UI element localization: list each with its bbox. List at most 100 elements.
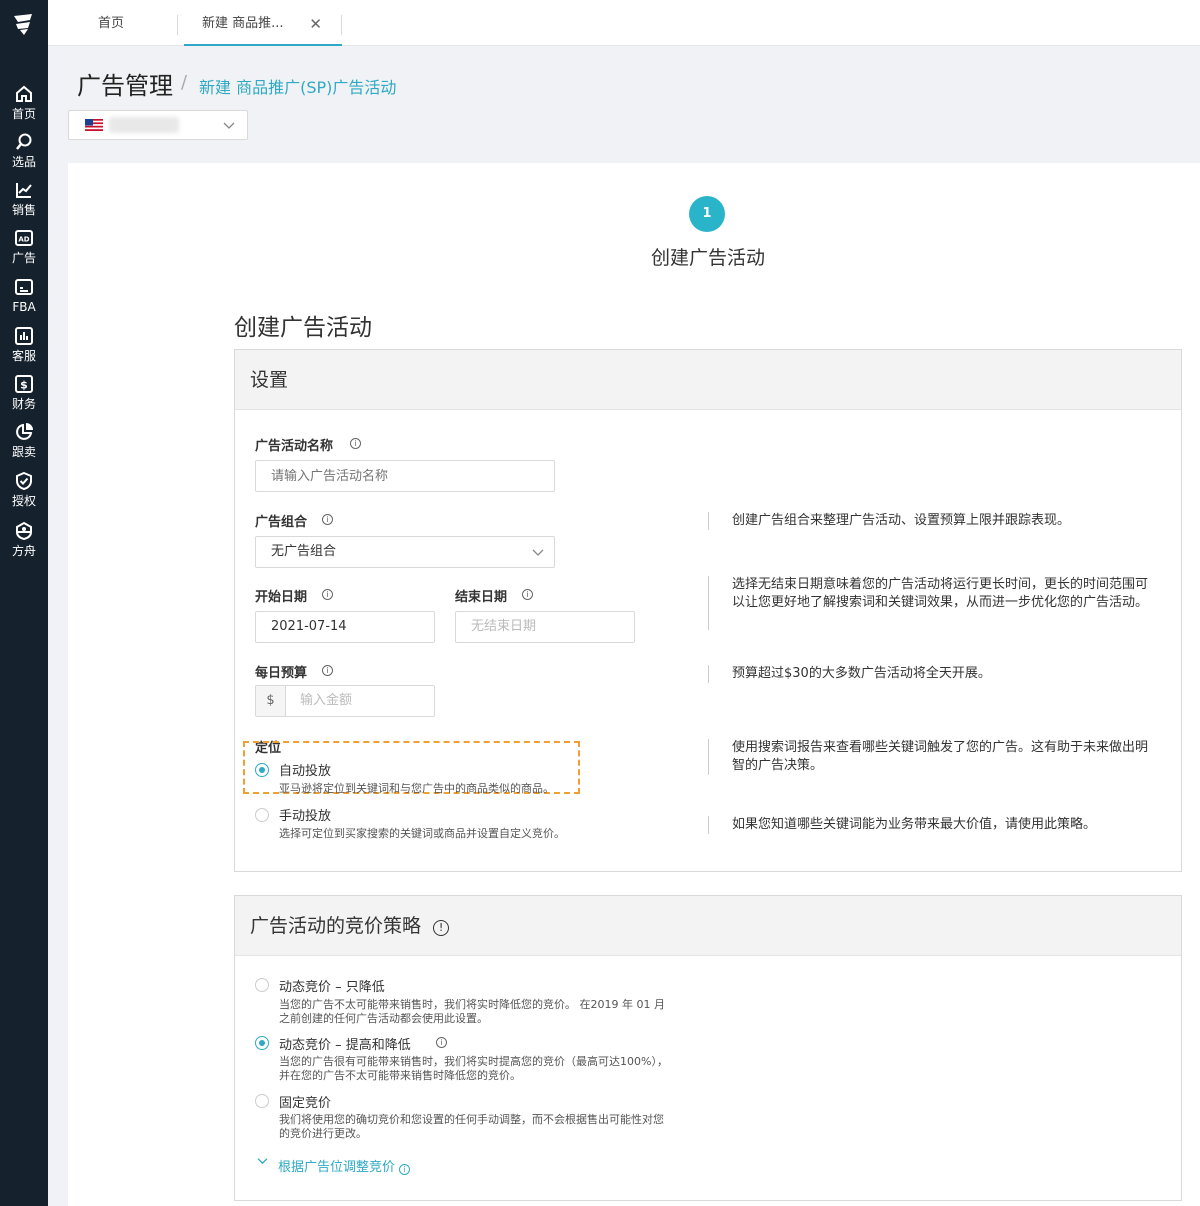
end-date-label: 结束日期	[455, 590, 508, 605]
auto-targeting-radio[interactable]	[255, 763, 269, 777]
breadcrumb[interactable]: 新建 商品推广(SP)广告活动	[199, 74, 396, 98]
info-icon[interactable]: i	[350, 438, 361, 449]
bid-up-down-desc: 并在您的广告不太可能带来销售时降低您的竞价。	[279, 1069, 521, 1082]
sidebar-item-sales[interactable]: 销售	[0, 180, 48, 217]
budget-help: 预算超过$30的大多数广告活动将全天开展。	[708, 665, 1156, 683]
sidebar-item-label: 方舟	[11, 544, 36, 558]
portfolio-value: 无广告组合	[271, 544, 337, 559]
start-date-input[interactable]: 2021-07-14	[255, 611, 435, 643]
bidding-panel: 广告活动的竞价策略 ! 动态竞价 – 只降低 当您的广告不太可能带来销售时，我们…	[234, 895, 1182, 1201]
fba-icon	[15, 279, 33, 295]
auto-targeting-help: 使用搜索词报告来查看哪些关键词触发了您的广告。这有助于未来做出明智的广告决策。	[708, 739, 1156, 775]
tab-divider	[177, 15, 178, 35]
sidebar-item-ark[interactable]: 方舟	[0, 521, 48, 558]
portfolio-select[interactable]: 无广告组合	[255, 536, 555, 568]
panel-title: 广告活动的竞价策略 !	[235, 896, 1181, 956]
dollar-icon: $	[15, 375, 33, 393]
tab-new-campaign[interactable]: 新建 商品推... ✕	[184, 0, 342, 46]
bidding-title: 广告活动的竞价策略	[250, 915, 422, 937]
auto-targeting-label[interactable]: 自动投放	[279, 760, 331, 779]
tab-home[interactable]: 首页	[98, 0, 124, 46]
bid-fixed-label[interactable]: 固定竞价	[279, 1092, 331, 1111]
currency-prefix: $	[256, 686, 286, 716]
bid-up-down-desc: 当您的广告很有可能带来销售时，我们将实时提高您的竞价（最高可达100%），	[279, 1055, 668, 1068]
bid-down-only-label[interactable]: 动态竞价 – 只降低	[279, 976, 385, 995]
chevron-down-icon	[257, 1158, 268, 1165]
bid-down-only-radio[interactable]	[255, 978, 269, 992]
chart-line-icon	[16, 183, 32, 198]
search-icon	[16, 133, 32, 150]
sidebar-item-label: FBA	[12, 300, 36, 314]
close-icon[interactable]: ✕	[309, 0, 322, 48]
tab-divider	[341, 15, 342, 35]
budget-input[interactable]: $ 输入金额	[255, 685, 435, 717]
sidebar-item-finance[interactable]: $ 财务	[0, 374, 48, 411]
sidebar-item-label: 客服	[11, 349, 36, 363]
ad-icon: AD	[15, 230, 33, 246]
panel-title: 设置	[235, 350, 1181, 410]
sidebar-item-label: 授权	[11, 494, 36, 508]
store-name-redacted	[109, 117, 179, 133]
breadcrumb-separator: /	[181, 72, 188, 93]
tab-label: 新建 商品推...	[202, 16, 284, 31]
svg-text:$: $	[20, 379, 28, 392]
sidebar-item-ads[interactable]: AD 广告	[0, 228, 48, 265]
service-icon	[15, 327, 33, 345]
sidebar-item-label: 销售	[11, 203, 36, 217]
us-flag-icon	[85, 119, 103, 131]
sidebar-item-home[interactable]: 首页	[0, 84, 48, 121]
settings-panel: 设置 广告活动名称 i 广告组合 i 无广告组合 创建广告组合来整理广告活动、设…	[234, 349, 1182, 872]
pie-icon	[16, 423, 33, 440]
info-icon[interactable]: i	[322, 589, 333, 600]
bid-down-only-desc: 之前创建的任何广告活动都会使用此设置。	[279, 1012, 488, 1025]
ark-icon	[16, 521, 32, 541]
store-select[interactable]	[68, 110, 248, 140]
manual-targeting-label[interactable]: 手动投放	[279, 805, 331, 824]
placement-adjust-label: 根据广告位调整竞价	[278, 1160, 396, 1175]
step-indicator: 1	[689, 196, 725, 232]
tab-bar: 首页 新建 商品推... ✕	[48, 0, 1200, 46]
bid-up-down-label[interactable]: 动态竞价 – 提高和降低	[279, 1034, 411, 1053]
info-icon[interactable]: i	[322, 665, 333, 676]
app-logo-icon[interactable]	[10, 10, 38, 38]
section-title: 创建广告活动	[234, 315, 372, 341]
bid-fixed-desc: 我们将使用您的确切竞价和您设置的任何手动调整，而不会根据售出可能性对您	[279, 1113, 664, 1126]
sidebar-item-fba[interactable]: FBA	[0, 277, 48, 314]
sidebar-item-service[interactable]: 客服	[0, 326, 48, 363]
info-icon[interactable]: i	[436, 1037, 447, 1048]
sidebar-item-auth[interactable]: 授权	[0, 471, 48, 508]
info-icon[interactable]: i	[522, 589, 533, 600]
placement-adjust-link[interactable]: 根据广告位调整竞价 i	[278, 1156, 411, 1175]
sidebar-item-selection[interactable]: 选品	[0, 132, 48, 169]
bid-up-down-radio[interactable]	[255, 1036, 269, 1050]
sidebar-item-follow[interactable]: 跟卖	[0, 422, 48, 459]
sidebar-item-label: 跟卖	[11, 445, 36, 459]
sidebar: 首页 选品 销售 AD 广告 FBA 客服 $ 财务 跟卖 授权 方舟	[0, 0, 48, 1206]
shield-icon	[16, 471, 32, 491]
manual-targeting-radio[interactable]	[255, 808, 269, 822]
info-icon[interactable]: !	[433, 920, 450, 936]
chevron-down-icon	[223, 122, 235, 129]
portfolio-label: 广告组合	[255, 515, 308, 530]
step-label: 创建广告活动	[650, 247, 765, 269]
manual-targeting-help: 如果您知道哪些关键词能为业务带来最大价值，请使用此策略。	[708, 816, 1156, 834]
campaign-name-label: 广告活动名称	[255, 439, 334, 454]
start-date-label: 开始日期	[255, 590, 308, 605]
budget-label: 每日预算	[255, 666, 308, 681]
bid-fixed-radio[interactable]	[255, 1094, 269, 1108]
end-date-input[interactable]: 无结束日期	[455, 611, 635, 643]
budget-placeholder: 输入金额	[300, 693, 353, 708]
main-card: 1 创建广告活动 创建广告活动 设置 广告活动名称 i 广告组合 i 无广告组合…	[68, 163, 1200, 1206]
portfolio-help: 创建广告组合来整理广告活动、设置预算上限并跟踪表现。	[708, 512, 1156, 530]
sidebar-item-label: 广告	[11, 251, 36, 265]
chevron-down-icon	[532, 549, 544, 556]
campaign-name-input[interactable]	[255, 460, 555, 492]
bid-fixed-desc: 的竞价进行更改。	[279, 1127, 367, 1140]
info-icon[interactable]: i	[399, 1164, 411, 1175]
dates-help: 选择无结束日期意味着您的广告活动将运行更长时间，更长的时间范围可以让您更好地了解…	[708, 576, 1156, 630]
sidebar-item-label: 财务	[11, 397, 36, 411]
page-title: 广告管理	[77, 72, 173, 100]
home-icon	[16, 85, 32, 102]
info-icon[interactable]: i	[322, 514, 333, 525]
auto-targeting-desc: 亚马逊将定位到关键词和与您广告中的商品类似的商品。	[279, 782, 554, 795]
